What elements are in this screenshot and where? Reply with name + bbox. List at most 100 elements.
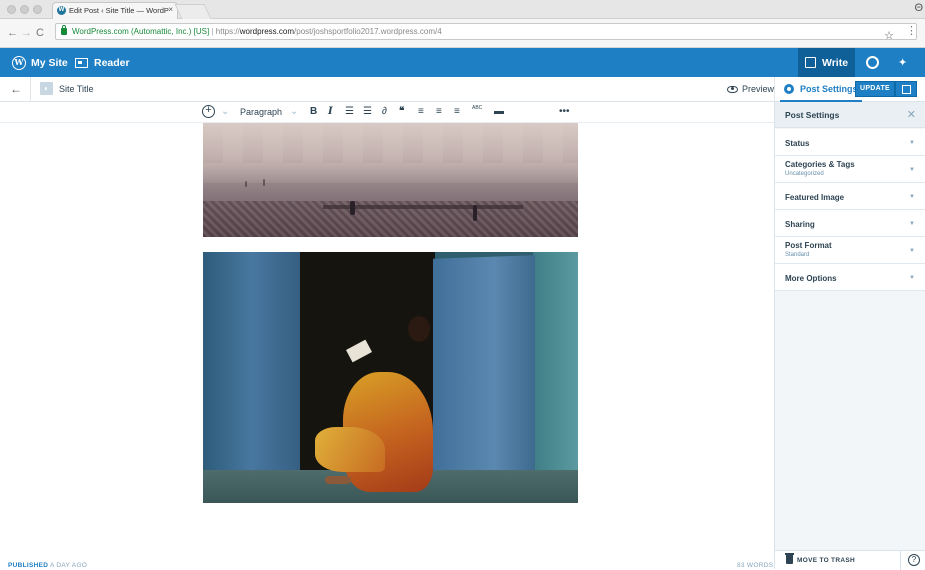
photo-door-right [433,255,535,499]
sidebar-item-featured-image[interactable]: Featured Image ▼ [775,183,925,210]
bookmark-star-icon[interactable]: ☆ [884,29,894,39]
sidebar-item-post-format[interactable]: Post Format Standard ▼ [775,237,925,264]
sidebar-item-label: Post Format [785,241,832,250]
close-icon[interactable]: ✕ [907,108,916,121]
reader-icon [75,57,88,68]
bold-button[interactable]: B [310,106,317,117]
new-tab-button[interactable] [174,4,212,19]
post-settings-sidebar: Post Settings ✕ Status ▼ Categories & Ta… [774,102,925,570]
sidebar-item-label: More Options [785,274,837,283]
notifications-bell-icon[interactable]: ✦ [898,56,907,69]
link-icon[interactable]: ∂ [382,106,387,117]
publish-status: PUBLISHED A DAY AGO [8,562,87,569]
chevron-down-icon: ▼ [909,275,915,281]
browser-tab[interactable]: W Edit Post ‹ Site Title — WordP × [52,2,178,19]
photo-sari-lower [315,427,385,472]
published-time: A DAY AGO [50,562,88,569]
url-scheme: https:// [215,27,240,36]
published-label: PUBLISHED [8,562,49,569]
chevron-down-icon: ▼ [909,194,915,200]
align-right-icon[interactable]: ≡ [454,106,460,117]
close-editor-arrow-icon[interactable]: ← [10,82,22,96]
insert-caret-icon[interactable]: ⌄ [221,106,229,117]
update-button[interactable]: UPDATE [855,81,895,97]
divider [900,551,901,570]
forward-arrow-icon[interactable]: → [21,27,32,39]
pencil-icon [804,57,816,68]
word-count: 83 WORDS [737,562,774,569]
formatting-toolbar: + ⌄ Paragraph ⌄ B I ☰ ☰ ∂ ❝ ≡ ≡ ≡ ABC ▬ … [0,102,774,123]
sidebar-item-more-options[interactable]: More Options ▼ [775,264,925,291]
divider [774,77,775,102]
align-center-icon[interactable]: ≡ [436,106,442,117]
italic-button[interactable]: I [328,106,333,117]
sidebar-item-label: Categories & Tags [785,160,855,169]
sidebar-header: Post Settings ✕ [775,102,925,128]
browser-menu-icon[interactable]: ⋮ [906,24,917,37]
post-settings-toggle[interactable]: Post Settings [780,77,862,102]
editor-header: ← ◐ Site Title Preview Post Settings UPD… [0,77,925,102]
wordpress-logo-icon: W [12,55,26,70]
chevron-down-icon: ▼ [909,221,915,227]
reader-label: Reader [94,56,130,69]
schedule-calendar-button[interactable] [895,81,917,97]
sidebar-title: Post Settings [785,110,840,120]
photo-wall [533,252,578,503]
sidebar-item-categories-tags[interactable]: Categories & Tags Uncategorized ▼ [775,156,925,183]
format-caret-icon[interactable]: ⌄ [290,106,298,117]
photo-figure [350,201,355,215]
url-input[interactable]: WordPress.com (Automattic, Inc.) [US] | … [55,23,917,40]
photo-haze [203,123,578,183]
move-to-trash-button[interactable]: MOVE TO TRASH [797,557,855,564]
back-arrow-icon[interactable]: ← [7,27,18,39]
sidebar-item-sub: Uncategorized [785,171,824,177]
write-button[interactable]: Write [798,48,855,77]
profile-icon[interactable]: Θ [914,2,923,14]
tab-close-icon[interactable]: × [168,5,173,14]
url-path: /post/joshsportfolio2017.wordpress.com/4 [294,27,442,36]
preview-button[interactable]: Preview [727,84,774,94]
photo-figure [473,205,477,221]
url-host: wordpress.com [239,27,295,36]
secure-origin-label: WordPress.com (Automattic, Inc.) [US] [72,27,210,36]
photo-door-left [203,252,300,475]
close-window-button[interactable] [7,5,16,14]
editor-content[interactable] [0,123,774,559]
sidebar-item-label: Status [785,139,810,148]
site-icon[interactable]: ◐ [40,82,53,95]
browser-title-bar: W Edit Post ‹ Site Title — WordP × Θ [0,0,925,19]
trash-icon[interactable] [785,553,794,564]
numbered-list-icon[interactable]: ☰ [363,106,372,117]
preview-label: Preview [742,84,775,94]
spellcheck-icon[interactable]: ABC [472,105,482,111]
blockquote-icon[interactable]: ❝ [399,106,404,117]
align-left-icon[interactable]: ≡ [418,106,424,117]
sidebar-item-status[interactable]: Status ▼ [775,129,925,156]
read-more-icon[interactable]: ▬ [494,106,504,117]
maximize-window-button[interactable] [33,5,42,14]
reload-icon[interactable]: C [36,27,44,39]
sidebar-item-sharing[interactable]: Sharing ▼ [775,210,925,237]
divider [30,77,31,102]
format-select[interactable]: Paragraph [240,107,282,117]
insert-content-button[interactable]: + [202,105,215,118]
tab-title: Edit Post ‹ Site Title — WordP [69,6,169,15]
site-title[interactable]: Site Title [59,84,94,94]
user-avatar-icon[interactable] [866,56,879,69]
woman-reading-photo[interactable] [203,252,578,503]
my-site-link[interactable]: W My Site [12,48,68,77]
courtyard-photo[interactable] [203,123,578,237]
minimize-window-button[interactable] [20,5,29,14]
photo-figure [263,179,265,186]
sidebar-item-label: Sharing [785,220,815,229]
post-settings-label: Post Settings [800,83,858,94]
reader-link[interactable]: Reader [75,48,130,77]
url-separator: | [211,27,214,36]
gear-icon [784,83,794,94]
more-options-icon[interactable]: ••• [559,106,570,117]
sidebar-item-label: Featured Image [785,193,845,202]
bullet-list-icon[interactable]: ☰ [345,106,354,117]
photo-figure [245,181,247,187]
help-icon[interactable]: ? [908,554,920,566]
lock-icon [61,25,67,35]
